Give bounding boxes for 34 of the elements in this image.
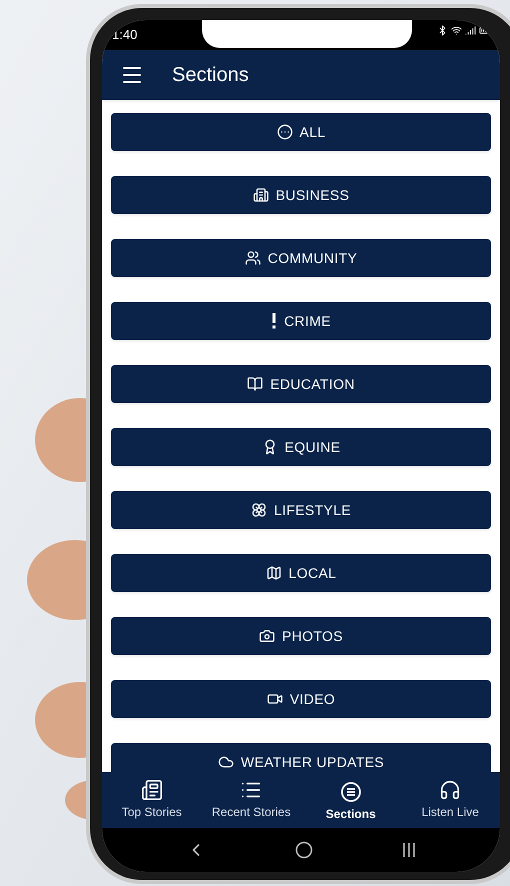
nav-tab[interactable]: Recent Stories: [202, 779, 301, 821]
people-icon: [244, 250, 261, 266]
section-button[interactable]: WEATHER UPDATES: [111, 743, 491, 772]
section-button[interactable]: CRIME: [111, 302, 491, 340]
list-circle-icon: [340, 781, 362, 803]
headphones-icon: [439, 779, 462, 801]
map-icon: [266, 565, 282, 581]
bluetooth-icon: [437, 25, 448, 36]
section-button[interactable]: LOCAL: [111, 554, 491, 592]
cloud-icon: [218, 754, 234, 770]
nav-tab[interactable]: Listen Live: [400, 779, 500, 821]
flower-icon: [250, 502, 267, 518]
building-icon: [252, 187, 269, 203]
section-button[interactable]: COMMUNITY: [111, 239, 491, 277]
signal-icon: [465, 25, 476, 36]
section-button[interactable]: VIDEO: [111, 680, 491, 718]
camera-icon: [259, 628, 276, 644]
ellipsis-circle-icon: [276, 124, 293, 140]
section-button[interactable]: EDUCATION: [111, 365, 491, 403]
nav-tab[interactable]: Sections: [301, 777, 400, 823]
newspaper-icon: [140, 779, 163, 801]
section-button[interactable]: ALL: [111, 113, 491, 151]
section-button[interactable]: LIFESTYLE: [111, 491, 491, 529]
nav-tab[interactable]: Top Stories: [102, 779, 202, 821]
app-bar-title: Sections: [172, 63, 249, 88]
section-button[interactable]: EQUINE: [111, 428, 491, 466]
book-icon: [247, 376, 264, 392]
home-icon[interactable]: [294, 841, 313, 859]
section-button[interactable]: PHOTOS: [111, 617, 491, 655]
exclamation-icon: [271, 313, 278, 329]
battery-icon: [479, 25, 490, 36]
section-button[interactable]: BUSINESS: [111, 176, 491, 214]
wifi-icon: [451, 25, 462, 36]
recents-icon[interactable]: [402, 842, 416, 858]
